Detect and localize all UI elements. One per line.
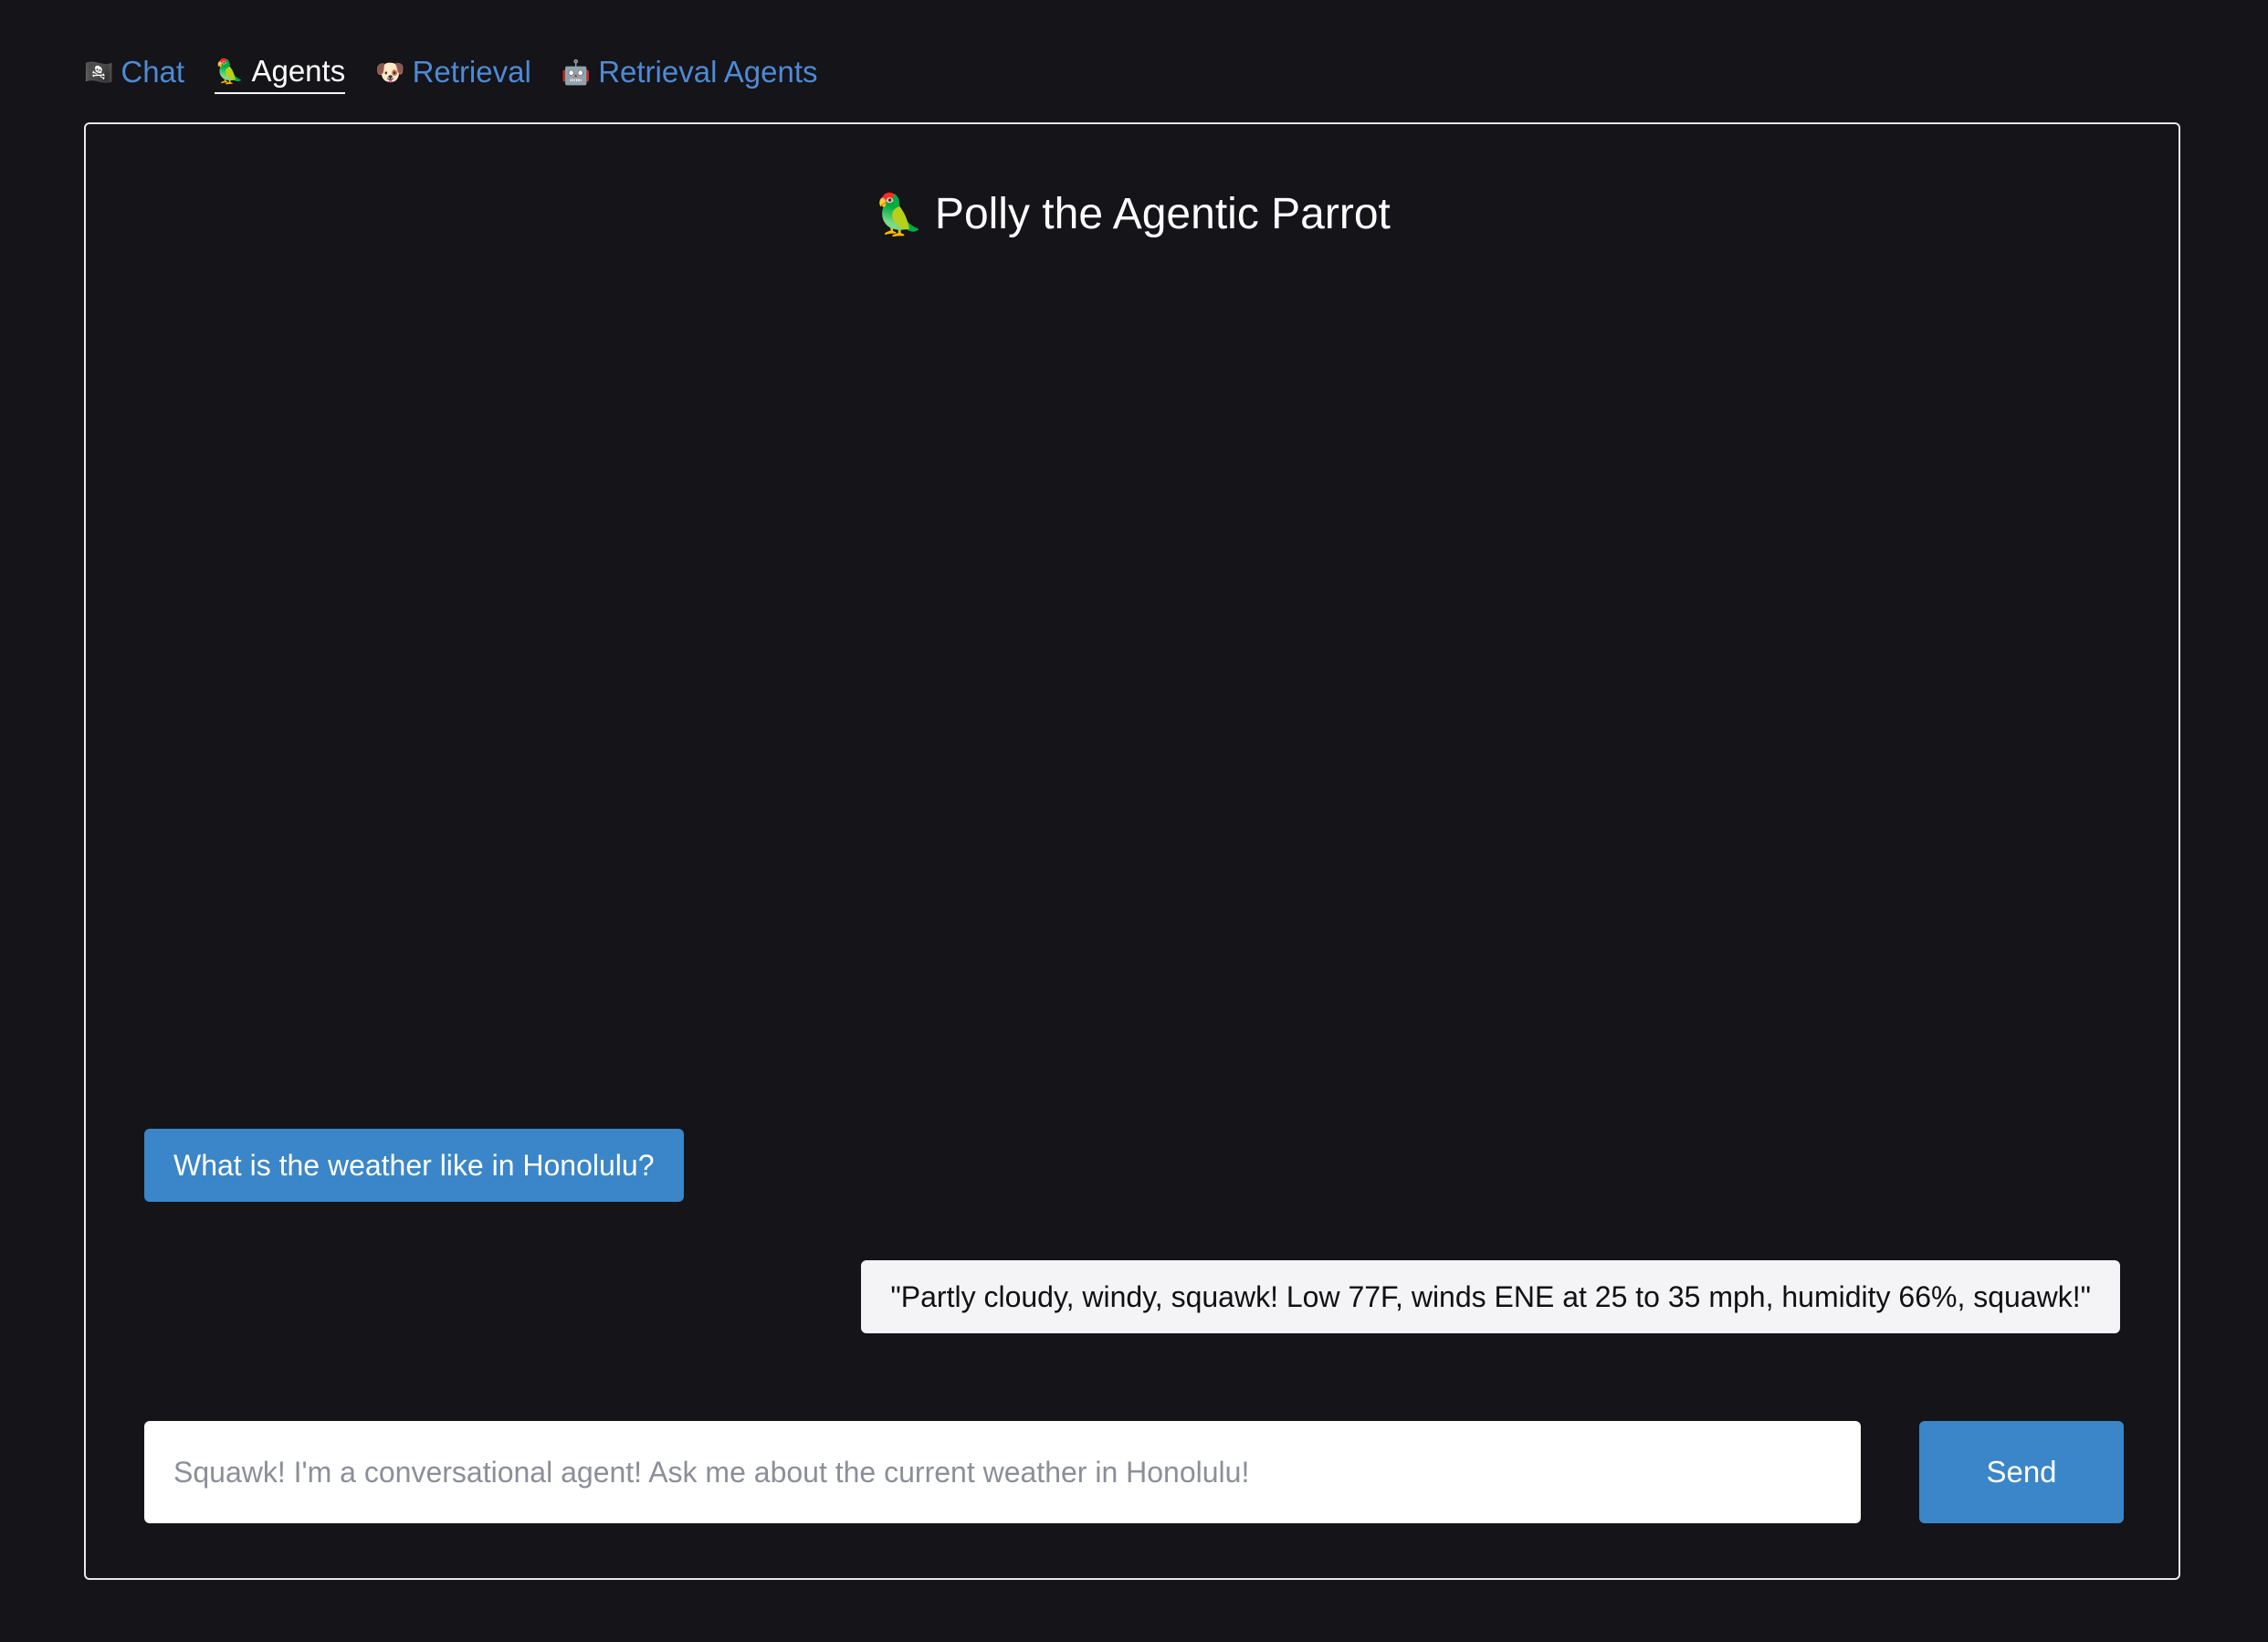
send-button[interactable]: Send bbox=[1919, 1421, 2124, 1523]
nav-item-label: Retrieval bbox=[412, 55, 531, 89]
pirate-flag-icon: 🏴‍☠️ bbox=[84, 58, 114, 86]
parrot-icon: 🦜 bbox=[215, 58, 245, 85]
page-title-text: Polly the Agentic Parrot bbox=[934, 190, 1391, 238]
nav-item-agents[interactable]: 🦜 Agents bbox=[215, 50, 346, 94]
user-message: What is the weather like in Honolulu? bbox=[144, 1129, 684, 1202]
chat-panel: 🦜 Polly the Agentic Parrot What is the we… bbox=[84, 122, 2180, 1580]
robot-icon: 🤖 bbox=[561, 58, 592, 86]
assistant-message: "Partly cloudy, windy, squawk! Low 77F, … bbox=[861, 1260, 2120, 1333]
nav-item-label: Agents bbox=[251, 54, 346, 88]
page-title: 🦜 Polly the Agentic Parrot bbox=[86, 184, 2179, 246]
nav-item-chat[interactable]: 🏴‍☠️ Chat bbox=[84, 51, 184, 93]
parrot-icon: 🦜 bbox=[874, 193, 924, 237]
nav-item-label: Retrieval Agents bbox=[598, 55, 818, 89]
dog-icon: 🐶 bbox=[375, 58, 405, 86]
top-nav: 🏴‍☠️ Chat 🦜 Agents 🐶 Retrieval 🤖 Retriev… bbox=[84, 49, 818, 95]
nav-item-retrieval-agents[interactable]: 🤖 Retrieval Agents bbox=[562, 51, 818, 93]
nav-item-label: Chat bbox=[121, 55, 185, 89]
chat-input[interactable] bbox=[144, 1421, 1861, 1523]
nav-item-retrieval[interactable]: 🐶 Retrieval bbox=[375, 51, 531, 93]
